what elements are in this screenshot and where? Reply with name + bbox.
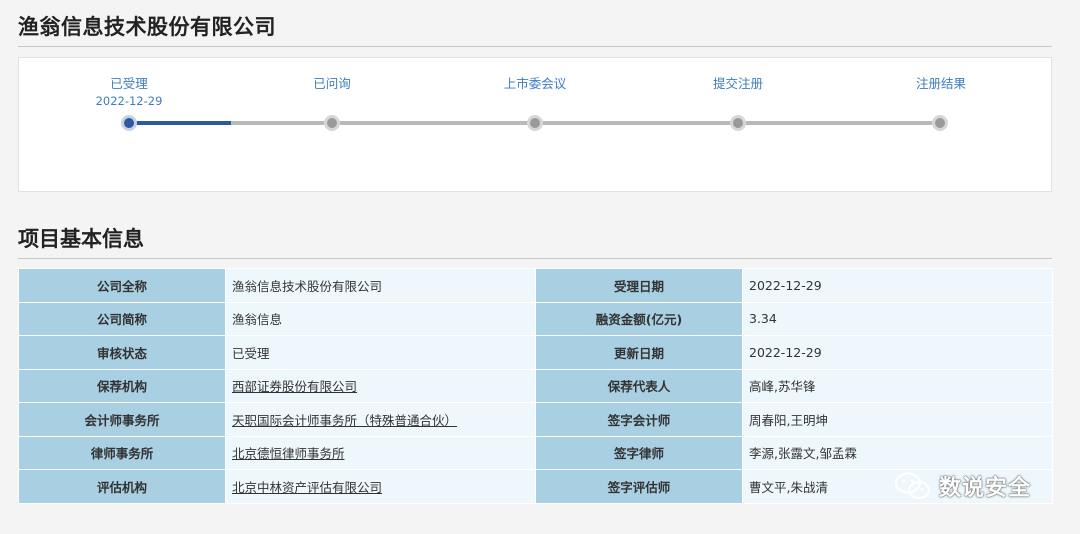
- accounting-firm-link[interactable]: 天职国际会计师事务所（特殊普通合伙）: [232, 413, 457, 428]
- step-submit-registration[interactable]: 提交注册: [668, 58, 808, 92]
- value-appraisal-firm[interactable]: 北京中林资产评估有限公司: [225, 469, 536, 504]
- label-review-status: 审核状态: [18, 335, 226, 370]
- progress-card: 已受理 2022-12-29 已问询 上市委会议 提交注册 注册结果: [18, 57, 1052, 192]
- watermark: 数说安全: [893, 470, 1031, 502]
- table-row: 保荐机构 西部证券股份有限公司 保荐代表人 高峰,苏华锋: [18, 368, 1053, 403]
- table-row: 公司简称 渔翁信息 融资金额(亿元) 3.34: [18, 301, 1053, 336]
- step-registration-result[interactable]: 注册结果: [871, 58, 1011, 92]
- step-dot: [730, 115, 746, 131]
- value-financing-amount: 3.34: [742, 301, 1053, 336]
- label-signing-accountants: 签字会计师: [535, 402, 743, 437]
- table-row: 律师事务所 北京德恒律师事务所 签字律师 李源,张露文,邹孟霖: [18, 435, 1053, 470]
- label-company-full-name: 公司全称: [18, 268, 226, 303]
- step-label: 提交注册: [712, 76, 763, 91]
- watermark-text: 数说安全: [939, 476, 1032, 501]
- step-inquired[interactable]: 已问询: [262, 58, 402, 92]
- label-signing-appraisers: 签字评估师: [535, 469, 743, 504]
- step-dot: [932, 115, 948, 131]
- label-appraisal-firm: 评估机构: [18, 469, 226, 504]
- title-divider: [18, 46, 1052, 47]
- section-title: 项目基本信息: [18, 227, 144, 251]
- label-sponsor: 保荐机构: [18, 368, 226, 403]
- table-row: 审核状态 已受理 更新日期 2022-12-29: [18, 335, 1053, 370]
- company-title: 渔翁信息技术股份有限公司: [18, 15, 276, 39]
- step-label: 上市委会议: [503, 76, 567, 91]
- law-firm-link[interactable]: 北京德恒律师事务所: [232, 446, 345, 461]
- label-update-date: 更新日期: [535, 335, 743, 370]
- value-accept-date: 2022-12-29: [742, 268, 1053, 303]
- table-row: 公司全称 渔翁信息技术股份有限公司 受理日期 2022-12-29: [18, 268, 1053, 303]
- wechat-icon: [894, 472, 931, 500]
- step-label: 已受理: [110, 76, 148, 91]
- value-signing-lawyers: 李源,张露文,邹孟霖: [742, 435, 1053, 470]
- label-signing-lawyers: 签字律师: [535, 435, 743, 470]
- table-row: 会计师事务所 天职国际会计师事务所（特殊普通合伙） 签字会计师 周春阳,王明坤: [18, 402, 1053, 437]
- value-signing-accountants: 周春阳,王明坤: [742, 402, 1053, 437]
- section-divider: [18, 258, 1052, 259]
- label-law-firm: 律师事务所: [18, 435, 226, 470]
- step-label: 注册结果: [915, 76, 966, 91]
- label-company-short-name: 公司简称: [18, 301, 226, 336]
- step-listing-committee[interactable]: 上市委会议: [465, 58, 605, 92]
- label-sponsor-reps: 保荐代表人: [535, 368, 743, 403]
- step-label: 已问询: [313, 76, 351, 91]
- value-company-short-name: 渔翁信息: [225, 301, 536, 336]
- step-date: 2022-12-29: [95, 94, 163, 108]
- value-update-date: 2022-12-29: [742, 335, 1053, 370]
- label-accept-date: 受理日期: [535, 268, 743, 303]
- label-accounting-firm: 会计师事务所: [18, 402, 226, 437]
- project-info-table: 公司全称 渔翁信息技术股份有限公司 受理日期 2022-12-29 公司简称 渔…: [18, 268, 1053, 504]
- progress-track-fill: [129, 121, 231, 125]
- value-law-firm[interactable]: 北京德恒律师事务所: [225, 435, 536, 470]
- step-dot-active: [121, 115, 137, 131]
- step-accepted[interactable]: 已受理 2022-12-29: [59, 58, 199, 108]
- step-dot: [527, 115, 543, 131]
- sponsor-link[interactable]: 西部证券股份有限公司: [232, 379, 357, 394]
- label-financing-amount: 融资金额(亿元): [535, 301, 743, 336]
- appraisal-firm-link[interactable]: 北京中林资产评估有限公司: [232, 480, 382, 495]
- value-review-status: 已受理: [225, 335, 536, 370]
- value-accounting-firm[interactable]: 天职国际会计师事务所（特殊普通合伙）: [225, 402, 536, 437]
- value-sponsor-reps: 高峰,苏华锋: [742, 368, 1053, 403]
- value-sponsor[interactable]: 西部证券股份有限公司: [225, 368, 536, 403]
- value-company-full-name: 渔翁信息技术股份有限公司: [225, 268, 536, 303]
- step-dot: [324, 115, 340, 131]
